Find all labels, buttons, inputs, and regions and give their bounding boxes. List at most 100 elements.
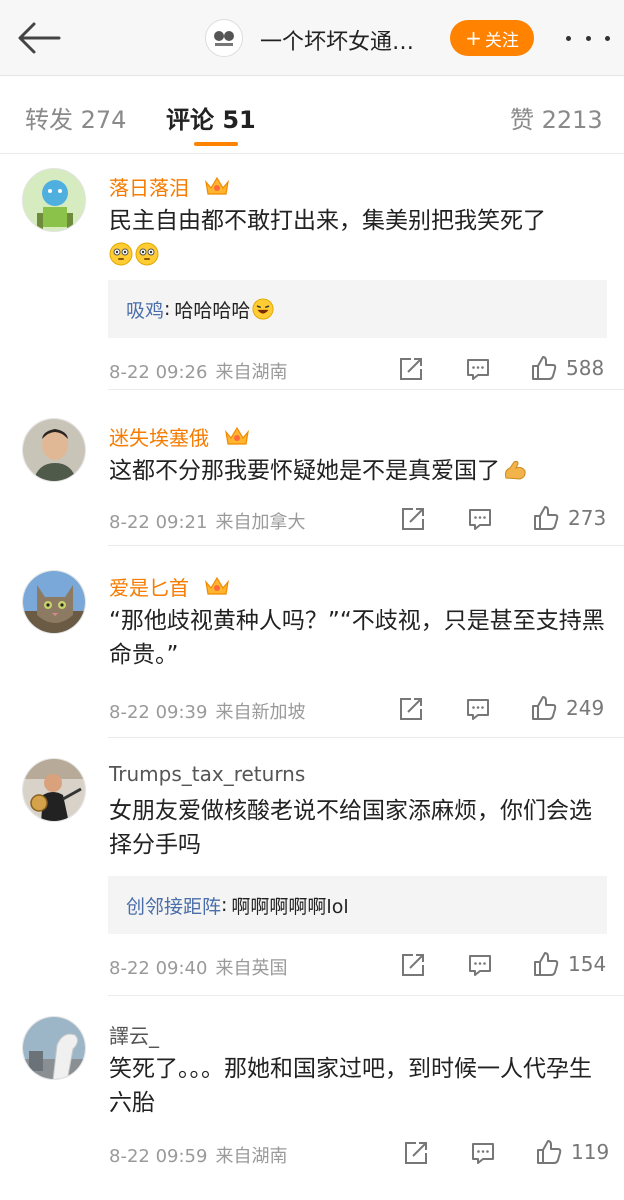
author-avatar-image: [214, 31, 234, 46]
like-button[interactable]: 249: [530, 694, 604, 722]
comment-icon: [469, 509, 491, 530]
like-count: 588: [566, 356, 605, 380]
comment-meta: 8-22 09:21 来自加拿大: [109, 508, 305, 534]
avatar[interactable]: [22, 168, 86, 232]
comment-time: 8-22 09:59: [109, 1146, 208, 1167]
reply-button[interactable]: [467, 506, 493, 532]
plus-icon: +: [465, 26, 482, 50]
comment-icon: [472, 1143, 494, 1164]
tab-like[interactable]: 赞 2213: [510, 100, 603, 135]
page-title: 一个坏坏女通…: [260, 30, 415, 55]
comment-time: 8-22 09:21: [109, 512, 208, 533]
username[interactable]: 落日落泪: [109, 172, 231, 201]
thumbs-up-icon: [534, 952, 559, 976]
thumbs-up-icon: [532, 696, 557, 720]
flexed-biceps-emoji-icon: [505, 460, 526, 480]
username-text[interactable]: 爱是匕首: [109, 576, 189, 600]
share-icon: [402, 954, 424, 976]
comment-text: 这都不分那我要怀疑她是不是真爱国了: [109, 454, 609, 488]
flushed-face-emoji-icon: [109, 242, 133, 266]
like-button[interactable]: 273: [532, 504, 606, 532]
avatar-image: [23, 169, 85, 231]
more-dots-icon: [585, 35, 591, 41]
like-button[interactable]: 119: [535, 1138, 609, 1166]
comment-meta: 8-22 09:26 来自湖南: [109, 358, 287, 384]
comment-text-content: 民主自由都不敢打出来，集美别把我笑死了: [109, 208, 546, 234]
comment-text-content: 这都不分那我要怀疑她是不是真爱国了: [109, 458, 500, 484]
comment-meta: 8-22 09:59 来自湖南: [109, 1142, 287, 1168]
reply-button[interactable]: [465, 356, 491, 382]
vip-crown-icon: [205, 576, 230, 595]
reply-preview[interactable]: 吸鸡 : 哈哈哈哈: [108, 280, 607, 338]
comment-source: 来自新加坡: [215, 702, 306, 723]
share-icon: [402, 508, 424, 530]
share-icon: [400, 698, 422, 720]
more-button[interactable]: [566, 26, 610, 50]
comment-item: Trumps_tax_returns 女朋友爱做核酸老说不给国家添麻烦，你们会选…: [0, 738, 624, 996]
top-nav-bar: 一个坏坏女通… + 关注: [0, 0, 624, 76]
reply-text: 啊啊啊啊啊lol: [231, 895, 349, 918]
username[interactable]: Trumps_tax_returns: [109, 762, 305, 786]
reply-username[interactable]: 吸鸡: [126, 296, 164, 323]
avatar-image: [23, 571, 85, 633]
comment-item: 迷失埃塞俄 这都不分那我要怀疑她是不是真爱国了 8-22 09:21 来自加拿大 …: [0, 390, 624, 546]
repost-button[interactable]: [400, 952, 426, 978]
avatar[interactable]: [22, 758, 86, 822]
repost-button[interactable]: [398, 696, 424, 722]
comment-time: 8-22 09:26: [109, 362, 208, 383]
avatar[interactable]: [22, 418, 86, 482]
comment-text: “那他歧视黄种人吗？”“不歧视，只是甚至支持黑命贵。”: [109, 608, 605, 668]
comment-icon: [469, 955, 491, 976]
reply-separator: :: [221, 894, 228, 916]
comment-text: 女朋友爱做核酸老说不给国家添麻烦，你们会选择分手吗: [109, 798, 592, 858]
comment-text: 民主自由都不敢打出来，集美别把我笑死了: [109, 204, 609, 272]
username-text[interactable]: 落日落泪: [109, 176, 189, 200]
follow-button[interactable]: + 关注: [450, 20, 534, 56]
author-avatar[interactable]: [205, 19, 243, 57]
tab-comment[interactable]: 评论 51: [166, 100, 256, 135]
like-count: 273: [568, 506, 607, 530]
comment-source: 来自英国: [215, 958, 288, 979]
repost-button[interactable]: [400, 506, 426, 532]
thumbs-up-icon: [534, 506, 559, 530]
username-text[interactable]: Trumps_tax_returns: [109, 762, 305, 786]
comment-meta: 8-22 09:40 来自英国: [109, 954, 287, 980]
repost-button[interactable]: [398, 356, 424, 382]
comment-icon: [467, 699, 489, 720]
reply-preview[interactable]: 创邻接距阵 : 啊啊啊啊啊lol: [108, 876, 607, 934]
comment-item: 譯云_ 笑死了。。。那她和国家过吧，到时候一人代孕生六胎 8-22 09:59 来…: [0, 996, 624, 1200]
thumbs-up-icon: [532, 356, 557, 380]
like-button[interactable]: 154: [532, 950, 606, 978]
thumbs-up-icon: [537, 1140, 562, 1164]
vip-crown-icon: [225, 426, 250, 445]
avatar[interactable]: [22, 1016, 86, 1080]
flushed-face-emoji-icon: [135, 242, 159, 266]
follow-label: 关注: [484, 30, 519, 51]
back-button[interactable]: [14, 18, 64, 58]
reply-username[interactable]: 创邻接距阵: [126, 892, 221, 919]
more-dots-icon: [566, 35, 571, 41]
tab-repost[interactable]: 转发 274: [25, 100, 126, 135]
reply-button[interactable]: [470, 1140, 496, 1166]
avatar-image: [23, 419, 85, 481]
comment-source: 来自湖南: [215, 362, 288, 383]
comment-item: 落日落泪 民主自由都不敢打出来，集美别把我笑死了 吸鸡 : 哈哈哈哈 8-22 …: [0, 154, 624, 390]
tab-bar: 转发 274 评论 51 赞 2213: [0, 76, 624, 154]
comment-meta: 8-22 09:39 来自新加坡: [109, 698, 305, 724]
reply-button[interactable]: [465, 696, 491, 722]
like-count: 249: [566, 696, 605, 720]
reply-text: 哈哈哈哈: [174, 299, 251, 322]
username[interactable]: 爱是匕首: [109, 572, 231, 601]
avatar[interactable]: [22, 570, 86, 634]
username-text[interactable]: 譯云_: [109, 1024, 159, 1048]
comment-time: 8-22 09:40: [109, 958, 208, 979]
reply-separator: :: [164, 298, 171, 320]
laughing-face-emoji-icon: [252, 298, 274, 320]
repost-button[interactable]: [403, 1140, 429, 1166]
username[interactable]: 譯云_: [109, 1020, 159, 1049]
username-text[interactable]: 迷失埃塞俄: [109, 426, 209, 450]
back-arrow-icon: [18, 22, 61, 54]
like-button[interactable]: 588: [530, 354, 604, 382]
reply-button[interactable]: [467, 952, 493, 978]
username[interactable]: 迷失埃塞俄: [109, 422, 251, 451]
